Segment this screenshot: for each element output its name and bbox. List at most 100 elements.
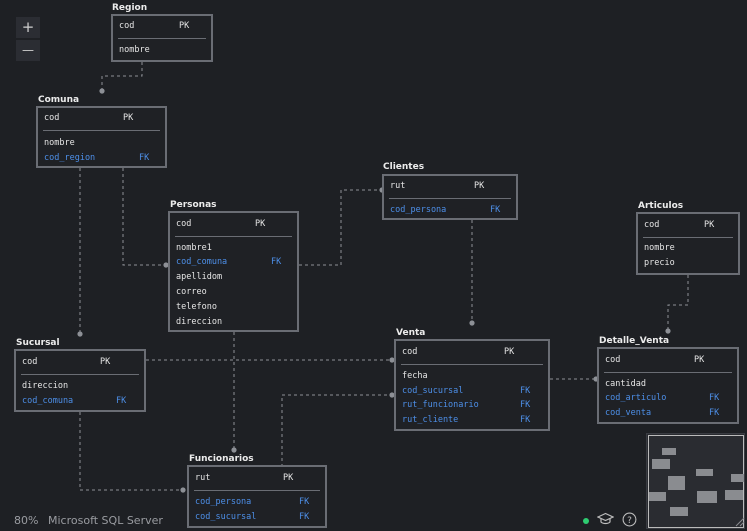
rel-personas-clientes	[299, 189, 382, 266]
field-row: direccion	[176, 317, 223, 327]
fk-row: cod_sucursal FK	[402, 385, 542, 397]
minimap-table	[652, 459, 670, 469]
divider	[389, 198, 511, 199]
rel-endpoint	[180, 487, 186, 493]
table-comuna[interactable]: cod PK nombre cod_region FK	[36, 106, 167, 168]
pk-badge: PK	[283, 473, 294, 483]
pk-field: cod	[22, 357, 38, 367]
pk-field: cod	[176, 219, 192, 229]
pk-badge: PK	[255, 219, 266, 229]
pk-field: rut	[390, 181, 406, 191]
table-articulos[interactable]: cod PK nombre precio	[636, 212, 740, 275]
table-title-region: Region	[112, 3, 148, 13]
field-row: direccion	[22, 381, 69, 391]
divider	[43, 130, 160, 131]
table-venta[interactable]: cod PK fecha cod_sucursal FK rut_funcion…	[394, 339, 550, 431]
help-icon[interactable]: ?	[622, 512, 637, 527]
minimap-table	[696, 469, 713, 476]
rel-endpoint	[665, 328, 671, 334]
fk-badge: FK	[709, 408, 720, 418]
table-title-venta: Venta	[396, 328, 426, 338]
rel-funcionarios-venta	[281, 394, 392, 467]
zoom-out-button[interactable]: —	[16, 40, 40, 61]
minimap-table	[670, 507, 688, 516]
fk-field: cod_persona	[390, 205, 447, 215]
pk-row: cod PK	[44, 112, 159, 124]
table-title-comuna: Comuna	[38, 95, 80, 105]
table-title-articulos: Articulos	[638, 201, 684, 211]
resize-corner-icon[interactable]	[735, 517, 745, 527]
fk-row: cod_comuna FK	[176, 256, 291, 268]
minimap-table	[649, 492, 666, 501]
pk-badge: PK	[694, 355, 705, 365]
table-sucursal[interactable]: cod PK direccion cod_comuna FK	[14, 349, 146, 412]
fk-badge: FK	[116, 396, 127, 406]
pk-row: cod PK	[644, 219, 732, 231]
fk-row: rut_cliente FK	[402, 414, 542, 426]
minimap-table	[725, 490, 743, 500]
pk-row: cod PK	[176, 218, 291, 230]
fk-row: cod_comuna FK	[22, 395, 138, 407]
fk-field: rut_cliente	[402, 415, 459, 425]
fk-field: cod_persona	[195, 497, 252, 507]
minimap-table	[668, 476, 685, 490]
fk-row: cod_articulo FK	[605, 392, 731, 404]
fk-badge: FK	[709, 393, 720, 403]
fk-field: cod_sucursal	[402, 386, 464, 396]
table-title-funcionarios: Funcionarios	[189, 454, 254, 464]
pk-row: rut PK	[390, 180, 510, 192]
fk-badge: FK	[271, 257, 282, 267]
table-title-detalle-venta: Detalle_Venta	[599, 336, 670, 346]
table-detalle-venta[interactable]: cod PK cantidad cod_articulo FK cod_vent…	[597, 347, 739, 424]
divider	[604, 372, 732, 373]
database-dialect[interactable]: Microsoft SQL Server	[48, 514, 163, 527]
relationship-lines	[77, 62, 689, 493]
rel-endpoint	[231, 447, 237, 453]
rel-region-comuna	[101, 62, 143, 91]
divider	[118, 38, 206, 39]
rel-sucursal-funcionarios	[79, 412, 183, 491]
table-title-personas: Personas	[170, 200, 217, 210]
field-row: apellidom	[176, 272, 223, 282]
fk-row: rut_funcionario FK	[402, 399, 542, 411]
divider	[643, 237, 733, 238]
divider	[21, 374, 139, 375]
divider	[175, 236, 292, 237]
divider	[194, 490, 320, 491]
table-clientes[interactable]: rut PK cod_persona FK	[382, 174, 518, 220]
fk-row: cod_sucursal FK	[195, 511, 319, 523]
minimap[interactable]	[646, 433, 745, 529]
pk-badge: PK	[504, 347, 515, 357]
rel-endpoint	[77, 331, 83, 337]
status-dot-icon	[583, 518, 589, 524]
fk-badge: FK	[139, 153, 150, 163]
graduation-cap-icon[interactable]	[597, 512, 614, 526]
fk-field: cod_sucursal	[195, 512, 257, 522]
pk-row: cod PK	[119, 20, 205, 32]
fk-field: cod_venta	[605, 408, 652, 418]
pk-field: cod	[402, 347, 418, 357]
fk-row: cod_persona FK	[195, 496, 319, 508]
table-region[interactable]: cod PK nombre	[111, 14, 213, 62]
fk-row: cod_region FK	[44, 152, 159, 164]
divider	[401, 364, 543, 365]
fk-field: cod_comuna	[176, 257, 228, 267]
field-row: telefono	[176, 302, 217, 312]
table-funcionarios[interactable]: rut PK cod_persona FK cod_sucursal FK	[187, 465, 327, 528]
minimap-table	[697, 491, 717, 503]
fk-badge: FK	[490, 205, 501, 215]
table-personas[interactable]: cod PK nombre1 cod_comuna FK apellidom c…	[168, 211, 299, 332]
zoom-in-button[interactable]: +	[16, 17, 40, 38]
fk-row: cod_venta FK	[605, 407, 731, 419]
rel-endpoint	[469, 320, 475, 326]
field-row: precio	[644, 258, 675, 268]
field-row: nombre1	[176, 243, 212, 253]
pk-row: rut PK	[195, 472, 319, 484]
fk-badge: FK	[520, 386, 531, 396]
pk-field: cod	[605, 355, 621, 365]
minimap-table	[662, 448, 676, 455]
svg-text:?: ?	[627, 516, 632, 526]
pk-badge: PK	[123, 113, 134, 123]
pk-badge: PK	[704, 220, 715, 230]
field-row: correo	[176, 287, 207, 297]
